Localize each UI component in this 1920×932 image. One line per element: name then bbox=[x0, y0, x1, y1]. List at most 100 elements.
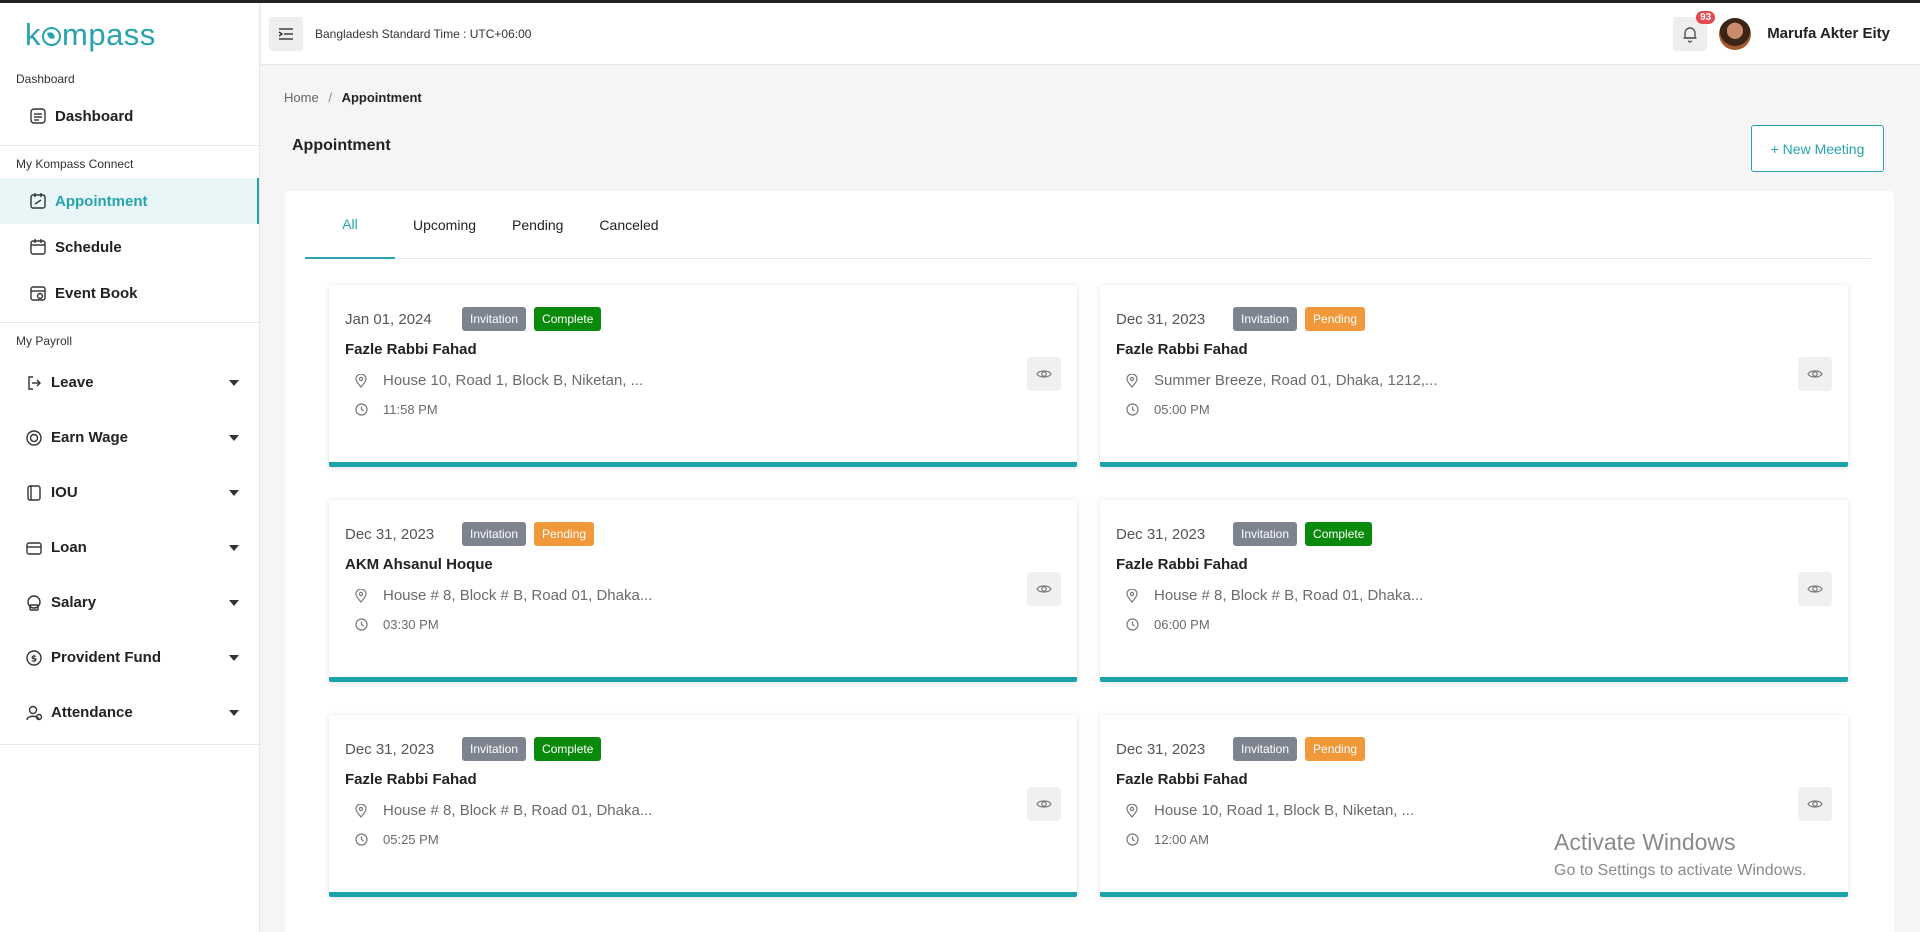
appointment-icon bbox=[28, 191, 48, 211]
watermark-line2: Go to Settings to activate Windows. bbox=[1554, 862, 1807, 879]
view-button[interactable] bbox=[1027, 357, 1061, 391]
appointment-card[interactable]: Jan 01, 2024 Invitation Complete Fazle Rabb… bbox=[329, 285, 1077, 467]
appointment-address-row: House 10, Road 1, Block B, Niketan, ... bbox=[1124, 802, 1414, 819]
invitation-badge: Invitation bbox=[462, 307, 527, 331]
kompass-logo[interactable]: k mpass bbox=[0, 3, 259, 65]
appointment-name: Fazle Rabbi Fahad bbox=[1116, 556, 1248, 573]
appointment-address-row: Summer Breeze, Road 01, Dhaka, 1212,... bbox=[1124, 372, 1437, 389]
sidebar-item-schedule[interactable]: Schedule bbox=[0, 224, 259, 270]
appointment-time-row: 12:00 AM bbox=[1124, 832, 1209, 847]
view-button[interactable] bbox=[1027, 787, 1061, 821]
sidebar-item-event-book[interactable]: Event Book bbox=[0, 270, 259, 316]
top-bar: Bangladesh Standard Time : UTC+06:00 93 … bbox=[261, 3, 1920, 65]
breadcrumb-separator: / bbox=[328, 90, 332, 105]
location-pin-icon bbox=[353, 803, 369, 818]
sidebar-item-salary[interactable]: Salary bbox=[0, 575, 259, 630]
tab-pending[interactable]: Pending bbox=[494, 191, 581, 259]
tab-upcoming[interactable]: Upcoming bbox=[395, 191, 494, 259]
appointment-time: 12:00 AM bbox=[1154, 832, 1209, 847]
tab-canceled[interactable]: Canceled bbox=[581, 191, 676, 259]
new-meeting-button[interactable]: + New Meeting bbox=[1751, 125, 1884, 172]
appointment-card[interactable]: Dec 31, 2023 Invitation Pending Fazle Rabbi… bbox=[1100, 285, 1848, 467]
location-pin-icon bbox=[1124, 373, 1140, 388]
sidebar-item-label: IOU bbox=[51, 484, 78, 501]
view-button[interactable] bbox=[1798, 357, 1832, 391]
view-button[interactable] bbox=[1798, 572, 1832, 606]
appointment-time: 05:25 PM bbox=[383, 832, 439, 847]
watermark-line1: Activate Windows bbox=[1554, 829, 1736, 855]
tab-bar: All Upcoming Pending Canceled bbox=[305, 191, 1871, 259]
eye-icon bbox=[1807, 800, 1823, 808]
leave-icon bbox=[24, 373, 44, 393]
section-title-payroll: My Payroll bbox=[16, 334, 73, 348]
appointment-time-row: 05:25 PM bbox=[353, 832, 439, 847]
sidebar-item-label: Leave bbox=[51, 374, 94, 391]
caret-down-icon bbox=[229, 709, 239, 716]
clock-icon bbox=[353, 618, 369, 631]
appointment-address-row: House # 8, Block # B, Road 01, Dhaka... bbox=[1124, 587, 1423, 604]
clock-icon bbox=[353, 833, 369, 846]
appointment-date: Dec 31, 2023 bbox=[345, 526, 435, 543]
svg-text:$: $ bbox=[31, 654, 37, 664]
main-content: Home / Appointment Appointment + New Mee… bbox=[261, 65, 1920, 932]
view-button[interactable] bbox=[1027, 572, 1061, 606]
salary-icon bbox=[24, 593, 44, 613]
appointment-tags: Invitation Pending bbox=[1233, 737, 1366, 761]
appointment-tags: Invitation Complete bbox=[462, 737, 602, 761]
caret-down-icon bbox=[229, 489, 239, 496]
eye-icon bbox=[1807, 370, 1823, 378]
menu-toggle-button[interactable] bbox=[269, 16, 303, 51]
appointment-card[interactable]: Dec 31, 2023 Invitation Complete Fazle Rabb… bbox=[329, 715, 1077, 897]
loan-icon bbox=[24, 538, 44, 558]
appointment-tags: Invitation Pending bbox=[1233, 307, 1366, 331]
appointment-card[interactable]: Dec 31, 2023 Invitation Complete Fazle Rabb… bbox=[1100, 500, 1848, 682]
appointment-name: AKM Ahsanul Hoque bbox=[345, 556, 493, 573]
sidebar-item-label: Provident Fund bbox=[51, 649, 161, 666]
status-badge: Complete bbox=[534, 737, 602, 761]
sidebar-item-appointment[interactable]: Appointment bbox=[0, 178, 259, 224]
appointment-name: Fazle Rabbi Fahad bbox=[345, 771, 477, 788]
sidebar-item-label: Appointment bbox=[55, 192, 148, 210]
status-badge: Pending bbox=[1305, 307, 1366, 331]
appointment-address: House # 8, Block # B, Road 01, Dhaka... bbox=[1154, 587, 1424, 604]
sidebar-item-label: Attendance bbox=[51, 704, 133, 721]
appointment-time-row: 11:58 PM bbox=[353, 402, 438, 417]
sidebar-item-dashboard[interactable]: Dashboard bbox=[0, 93, 259, 139]
tab-all[interactable]: All bbox=[305, 191, 395, 259]
caret-down-icon bbox=[229, 544, 239, 551]
appointment-time-row: 06:00 PM bbox=[1124, 617, 1210, 632]
sidebar: k mpass Dashboard Dashboard My Kompass Co… bbox=[0, 3, 260, 932]
caret-down-icon bbox=[229, 379, 239, 386]
sidebar-item-iou[interactable]: IOU bbox=[0, 465, 259, 520]
appointment-address: House 10, Road 1, Block B, Niketan, ... bbox=[383, 372, 644, 389]
sidebar-item-earn-wage[interactable]: Earn Wage bbox=[0, 410, 259, 465]
iou-icon bbox=[24, 483, 44, 503]
appointment-time-row: 05:00 PM bbox=[1124, 402, 1210, 417]
eye-icon bbox=[1036, 370, 1052, 378]
avatar[interactable] bbox=[1719, 17, 1752, 50]
sidebar-item-leave[interactable]: Leave bbox=[0, 355, 259, 410]
sidebar-item-provident-fund[interactable]: $ Provident Fund bbox=[0, 630, 259, 685]
notification-button[interactable]: 93 bbox=[1673, 10, 1716, 51]
appointment-date: Dec 31, 2023 bbox=[345, 741, 435, 758]
appointment-time: 11:58 PM bbox=[383, 402, 438, 417]
user-name[interactable]: Marufa Akter Eity bbox=[1767, 25, 1890, 42]
timezone-label: Bangladesh Standard Time : UTC+06:00 bbox=[315, 26, 532, 41]
appointment-address: Summer Breeze, Road 01, Dhaka, 1212,... bbox=[1154, 372, 1438, 389]
appointment-card[interactable]: Dec 31, 2023 Invitation Pending AKM Ahsanul… bbox=[329, 500, 1077, 682]
sidebar-item-label: Event Book bbox=[55, 284, 138, 302]
appointment-date: Jan 01, 2024 bbox=[345, 311, 432, 328]
clock-icon bbox=[1124, 403, 1140, 416]
breadcrumb-home[interactable]: Home bbox=[284, 90, 319, 105]
page-title: Appointment bbox=[292, 137, 391, 154]
breadcrumb: Home / Appointment bbox=[284, 90, 422, 105]
appointment-date: Dec 31, 2023 bbox=[1116, 741, 1206, 758]
appointment-tags: Invitation Complete bbox=[462, 307, 602, 331]
sidebar-item-loan[interactable]: Loan bbox=[0, 520, 259, 575]
appointment-time: 06:00 PM bbox=[1154, 617, 1210, 632]
appointment-name: Fazle Rabbi Fahad bbox=[1116, 341, 1248, 358]
appointment-address-row: House 10, Road 1, Block B, Niketan, ... bbox=[353, 372, 643, 389]
view-button[interactable] bbox=[1798, 787, 1832, 821]
sidebar-item-attendance[interactable]: Attendance bbox=[0, 685, 259, 740]
clock-icon bbox=[1124, 833, 1140, 846]
